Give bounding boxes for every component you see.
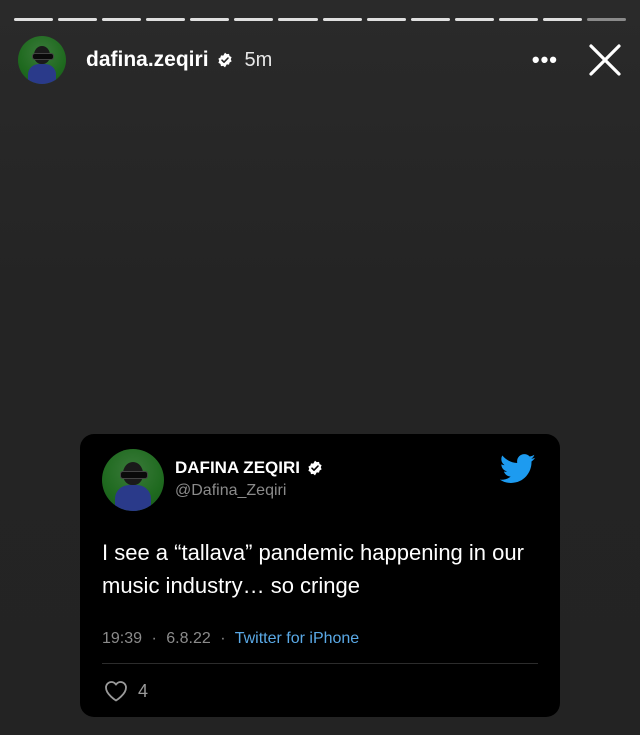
progress-segment — [190, 18, 230, 21]
meta-separator: · — [151, 630, 157, 647]
meta-separator: · — [220, 630, 226, 647]
progress-segment — [322, 18, 362, 21]
tweet-display-name: DAFINA ZEQIRI — [175, 458, 300, 477]
progress-segment — [102, 18, 142, 21]
progress-segment — [366, 18, 406, 21]
verified-badge-icon — [307, 460, 323, 476]
tweet-meta: 19:39 · 6.8.22 · Twitter for iPhone — [102, 630, 359, 648]
progress-segment — [278, 18, 318, 21]
tweet-date: 6.8.22 — [166, 630, 211, 647]
close-icon[interactable] — [588, 43, 622, 77]
progress-segment — [146, 18, 186, 21]
tweet-source-link[interactable]: Twitter for iPhone — [235, 630, 360, 647]
more-icon[interactable]: ••• — [532, 47, 558, 73]
likes-count: 4 — [138, 680, 149, 701]
tweet-time: 19:39 — [102, 630, 143, 647]
progress-segment — [58, 18, 98, 21]
tweet-divider — [102, 663, 538, 664]
avatar[interactable] — [18, 36, 66, 84]
heart-icon[interactable] — [104, 680, 128, 702]
tweet-handle[interactable]: @Dafina_Zeqiri — [175, 482, 286, 500]
story-screen: dafina.zeqiri 5m ••• DAFINA ZEQIRI @Dafi… — [0, 0, 640, 735]
story-timestamp: 5m — [244, 48, 273, 71]
verified-badge-icon — [217, 52, 233, 68]
progress-segment — [498, 18, 538, 21]
progress-segment — [234, 18, 274, 21]
tweet-likes: 4 — [104, 680, 148, 702]
tweet-avatar[interactable] — [102, 449, 164, 511]
progress-segment — [454, 18, 494, 21]
twitter-bird-icon — [499, 454, 536, 484]
tweet-author-name[interactable]: DAFINA ZEQIRI — [175, 458, 323, 478]
story-header: dafina.zeqiri 5m ••• — [18, 36, 622, 84]
progress-segment — [14, 18, 54, 21]
tweet-card[interactable]: DAFINA ZEQIRI @Dafina_Zeqiri I see a “ta… — [80, 434, 560, 717]
progress-segment — [410, 18, 450, 21]
progress-segment — [542, 18, 583, 21]
story-username[interactable]: dafina.zeqiri — [86, 48, 209, 72]
progress-segment-current — [587, 18, 627, 21]
story-progress-bar — [14, 18, 627, 21]
tweet-text: I see a “tallava” pandemic happening in … — [102, 540, 524, 598]
